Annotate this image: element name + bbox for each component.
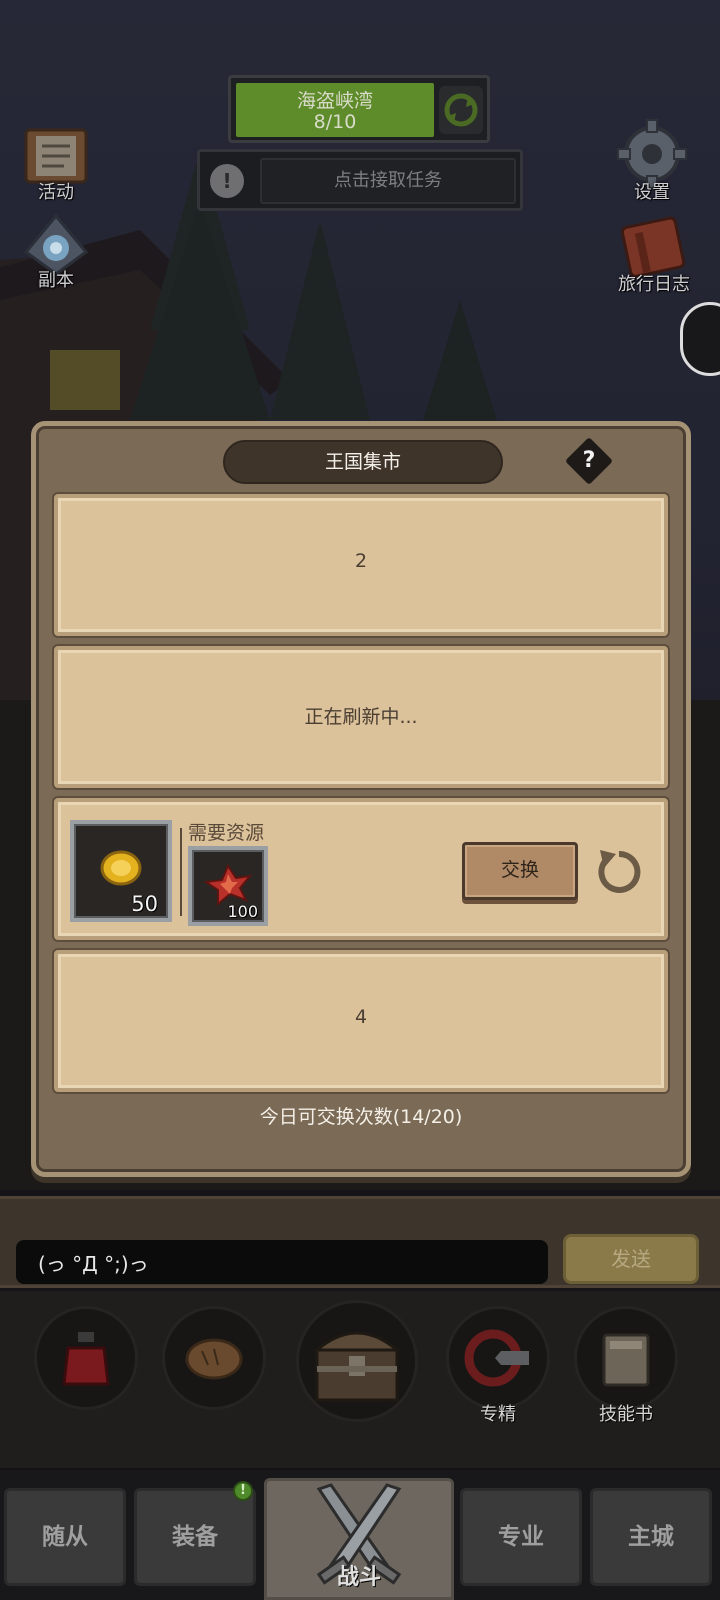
task-panel[interactable]: ! 点击接取任务 [197,149,523,211]
exchange-button[interactable]: 交换 [462,842,578,900]
accept-task-button[interactable]: 点击接取任务 [260,158,516,204]
specialize-slot[interactable]: 专精 [446,1306,550,1425]
skill-book-icon [602,1333,650,1387]
travel-log-button[interactable]: 旅行日志 [604,210,704,296]
nav-tab-followers[interactable]: 随从 [4,1488,126,1586]
refresh-icon [598,850,641,893]
stage-name: 海盗峡湾 [296,90,373,112]
edge-event-icon[interactable] [680,302,720,376]
help-mark: ? [582,448,596,473]
bread-slot[interactable] [162,1306,266,1410]
market-slot-refreshing-text: 正在刷新中... [304,706,418,728]
market-slot-3: 50 需要资源 100 交换 [54,798,668,940]
specialize-icon [464,1329,529,1387]
dungeon-label: 副本 [38,270,74,291]
cost-quantity: 100 [227,902,258,921]
activity-label: 活动 [38,182,74,203]
divider [180,828,182,916]
market-slot-4: 4 [54,950,668,1092]
reward-item[interactable]: 50 [70,820,172,922]
nav-tab-profession[interactable]: 专业 [460,1488,582,1586]
help-button[interactable]: ? [564,436,614,486]
reward-quantity: 50 [131,892,158,916]
market-slot-1: 2 [54,494,668,636]
market-slot-2: 正在刷新中... [54,646,668,788]
settings-label: 设置 [634,182,670,203]
nav-tab-battle-label: 战斗 [336,1565,381,1590]
equipment-notification-badge: ! [233,1481,253,1501]
nav-tab-main-city[interactable]: 主城 [590,1488,712,1586]
specialize-label: 专精 [480,1404,516,1425]
send-button[interactable]: 发送 [563,1234,699,1284]
treasure-chest-icon [312,1331,402,1402]
dungeon-button[interactable]: 副本 [6,212,106,292]
stage-progress-panel[interactable]: 海盗峡湾 8/10 [228,75,490,143]
potion-slot[interactable] [34,1306,138,1410]
cost-item[interactable]: 100 [188,846,268,926]
stage-progress-count: 8/10 [313,111,357,133]
potion-icon [62,1332,110,1386]
market-slot-text: 2 [354,550,368,572]
nav-tab-equipment[interactable]: 装备 [134,1488,256,1586]
bread-icon [185,1338,243,1380]
nav-tab-battle[interactable]: 战斗 [264,1478,454,1600]
skill-book-slot[interactable]: 技能书 [574,1306,678,1425]
activity-button[interactable]: 活动 [6,124,106,204]
refresh-slot-button[interactable] [594,844,644,896]
stage-cycle-icon[interactable] [439,86,483,134]
travel-log-label: 旅行日志 [618,274,690,295]
settings-button[interactable]: 设置 [602,118,702,204]
alert-icon: ! [210,164,244,198]
dialog-title: 王国集市 [223,440,503,484]
daily-exchange-count: 今日可交换次数(14/20) [259,1106,463,1128]
market-slot-text: 4 [354,1006,368,1028]
kingdom-market-dialog: 王国集市 ? 2 正在刷新中... 50 需要资源 100 交换 4 今日可交换… [31,421,691,1177]
required-resources-label: 需要资源 [188,822,265,844]
chat-input[interactable]: (っ °Д °;)っ [16,1240,548,1284]
skill-book-label: 技能书 [599,1404,653,1425]
treasure-chest-slot[interactable] [296,1300,418,1422]
